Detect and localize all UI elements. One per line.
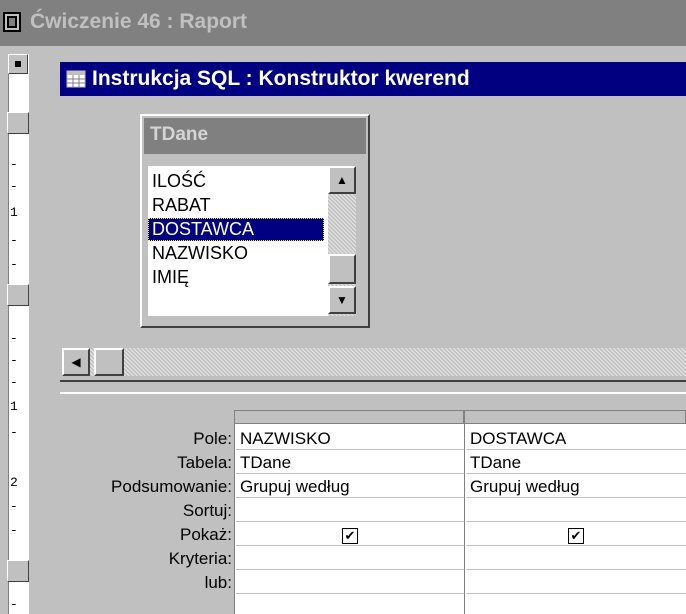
cell-tabela[interactable]: TDane xyxy=(466,452,686,474)
ruler-tick: 2 xyxy=(10,475,18,490)
report-icon xyxy=(3,12,21,32)
cell-sortuj[interactable] xyxy=(236,500,464,522)
field-item[interactable]: ILOŚĆ xyxy=(148,170,324,193)
scroll-left-icon: ◀ xyxy=(71,355,81,369)
scroll-left-button[interactable]: ◀ xyxy=(62,348,90,376)
table-window-titlebar[interactable]: TDane xyxy=(144,118,366,154)
field-item-selected[interactable]: DOSTAWCA xyxy=(148,218,324,241)
ruler-tick: - xyxy=(10,375,18,390)
table-pane-hscrollbar[interactable] xyxy=(62,348,686,376)
hscroll-thumb[interactable] xyxy=(94,348,124,376)
ruler-tick: - xyxy=(10,425,18,440)
cell-tabela[interactable]: TDane xyxy=(236,452,464,474)
cell-lub[interactable] xyxy=(236,572,464,594)
row-label-pole: Pole: xyxy=(193,429,232,448)
query-builder-titlebar[interactable]: Instrukcja SQL : Konstruktor kwerend xyxy=(60,62,686,96)
query-icon xyxy=(66,70,86,88)
field-item[interactable]: IMIĘ xyxy=(148,266,324,289)
row-label-tabela: Tabela: xyxy=(177,453,232,472)
cell-lub[interactable] xyxy=(466,572,686,594)
ruler-tick: - xyxy=(10,597,18,612)
scroll-down-icon: ▼ xyxy=(336,293,348,307)
ruler-tick: - xyxy=(10,233,18,248)
row-label-podsumowanie: Podsumowanie: xyxy=(111,477,232,496)
row-label-kryteria: Kryteria: xyxy=(168,549,232,568)
cell-pole[interactable]: DOSTAWCA xyxy=(466,428,686,450)
field-list[interactable]: ILOŚĆ RABAT DOSTAWCA NAZWISKO IMIĘ xyxy=(148,166,330,316)
column-selector[interactable] xyxy=(464,410,686,424)
scroll-up-button[interactable]: ▲ xyxy=(328,166,356,194)
field-item[interactable]: RABAT xyxy=(148,194,324,217)
outer-window-title: Ćwiczenie 46 : Raport xyxy=(30,10,248,33)
ruler-tick: - xyxy=(10,499,18,514)
cell-podsumowanie[interactable]: Grupuj według xyxy=(236,476,464,498)
show-checkbox-checked-icon[interactable]: ✔ xyxy=(342,528,358,544)
row-label-lub: lub: xyxy=(204,573,232,592)
ruler-tick: - xyxy=(10,353,18,368)
scroll-thumb[interactable] xyxy=(328,254,356,284)
ruler-tick: - xyxy=(10,257,18,272)
field-item[interactable]: NAZWISKO xyxy=(148,242,324,265)
ruler-tick: - xyxy=(10,179,18,194)
report-selector[interactable] xyxy=(8,54,28,74)
section-selector[interactable] xyxy=(7,560,29,582)
ruler-tick: 1 xyxy=(10,205,18,220)
section-selector[interactable] xyxy=(7,284,29,306)
cell-pole[interactable]: NAZWISKO xyxy=(236,428,464,450)
field-list-scrollbar[interactable]: ▲ ▼ xyxy=(328,166,356,316)
cell-podsumowanie[interactable]: Grupuj według xyxy=(466,476,686,498)
ruler-tick: - xyxy=(10,157,18,172)
scroll-up-icon: ▲ xyxy=(336,173,348,187)
ruler-tick: 1 xyxy=(10,399,18,414)
pane-splitter[interactable] xyxy=(60,380,686,394)
cell-kryteria[interactable] xyxy=(236,548,464,570)
show-checkbox-checked-icon[interactable]: ✔ xyxy=(568,528,584,544)
ruler-tick: - xyxy=(10,523,18,538)
cell-sortuj[interactable] xyxy=(466,500,686,522)
table-name: TDane xyxy=(150,124,209,145)
section-selector[interactable] xyxy=(7,112,29,134)
outer-window-titlebar[interactable]: Ćwiczenie 46 : Raport xyxy=(0,0,686,46)
column-selector[interactable] xyxy=(234,410,464,424)
cell-kryteria[interactable] xyxy=(466,548,686,570)
row-label-sortuj: Sortuj: xyxy=(182,501,232,520)
scroll-down-button[interactable]: ▼ xyxy=(328,286,356,314)
ruler-tick: - xyxy=(10,331,18,346)
query-builder-title: Instrukcja SQL : Konstruktor kwerend xyxy=(92,67,470,90)
row-label-pokaz: Pokaż: xyxy=(180,525,232,544)
